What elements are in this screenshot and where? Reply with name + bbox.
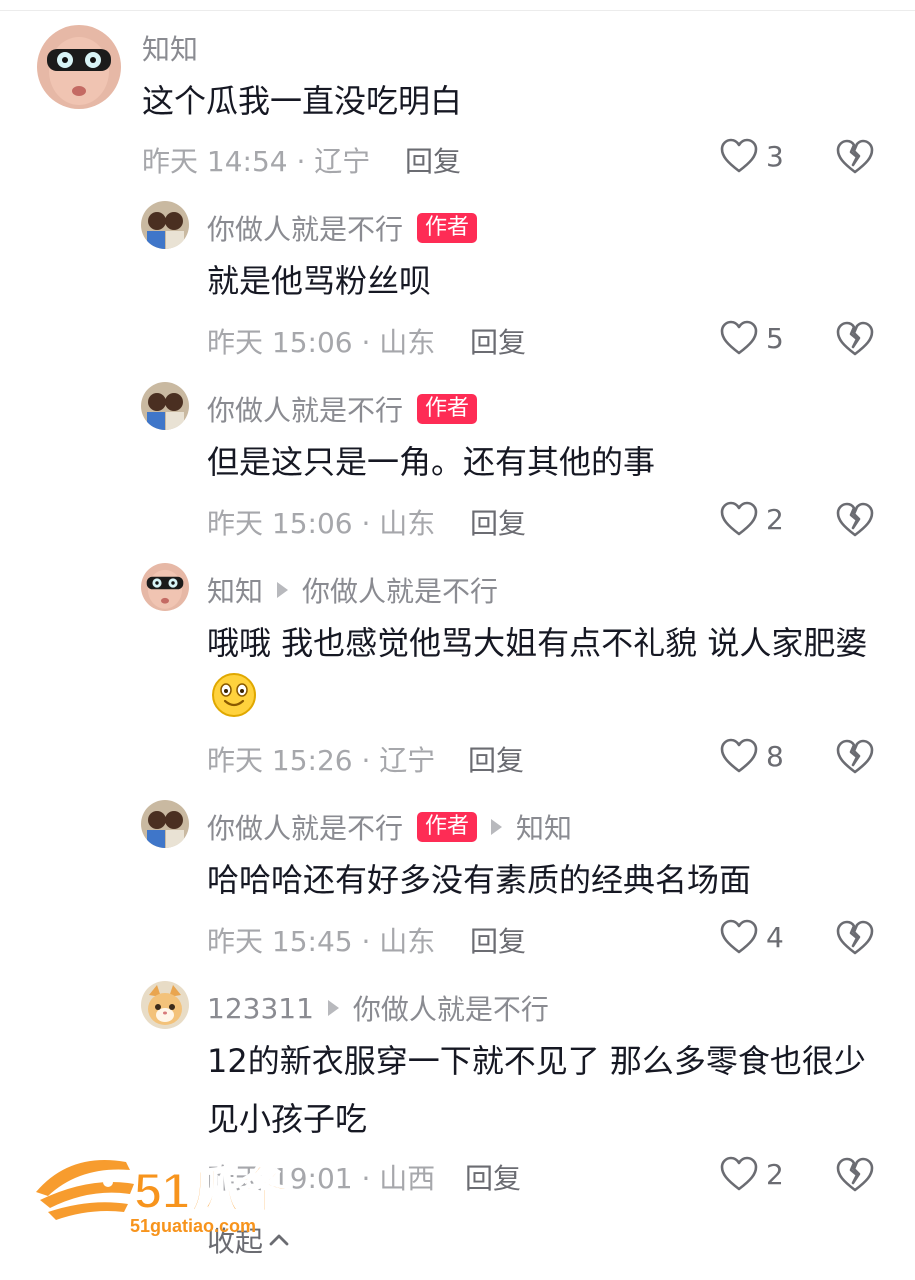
comment-text: 这个瓜我一直没吃明白 [142, 82, 463, 120]
comment-time-location: 昨天 15:06 · 山东 [207, 507, 436, 540]
like-count: 2 [766, 502, 784, 536]
avatar[interactable] [141, 382, 189, 430]
comment-text: 哦哦 我也感觉他骂大姐有点不礼貌 说人家肥婆 [207, 614, 875, 736]
dislike-icon[interactable] [836, 501, 874, 539]
reply-arrow-icon [491, 819, 503, 835]
like-count: 5 [766, 321, 784, 355]
heart-icon [720, 738, 758, 773]
reply-arrow-icon [327, 1000, 339, 1016]
like-count: 3 [766, 139, 784, 173]
heart-icon [720, 1156, 758, 1191]
watermark-url: 51guatiao.com [130, 1216, 256, 1236]
reply-to-user[interactable]: 你做人就是不行 [302, 570, 498, 610]
comment-text: 就是他骂粉丝呗 [207, 262, 432, 300]
comment-time-location: 昨天 15:45 · 山东 [207, 925, 436, 958]
comment-time-location: 昨天 14:54 · 辽宁 [142, 145, 371, 178]
reply-button[interactable]: 回复 [470, 321, 526, 361]
top-divider [0, 10, 915, 11]
comment-text: 12的新衣服穿一下就不见了 那么多零食也很少见小孩子吃 [207, 1042, 866, 1138]
username[interactable]: 123311 你做人就是不行 [207, 988, 549, 1028]
avatar[interactable] [141, 981, 189, 1029]
username[interactable]: 知知 [142, 28, 198, 68]
dislike-icon[interactable] [836, 738, 874, 776]
avatar[interactable] [141, 201, 189, 249]
like-button[interactable]: 8 [720, 738, 784, 774]
comment-text: 但是这只是一角。还有其他的事 [207, 443, 656, 481]
author-tag: 作者 [417, 812, 478, 842]
like-button[interactable]: 2 [720, 501, 784, 537]
like-count: 2 [766, 1157, 784, 1191]
comment-time-location: 昨天 15:26 · 辽宁 [207, 744, 436, 777]
like-button[interactable]: 2 [720, 1156, 784, 1192]
like-button[interactable]: 5 [720, 320, 784, 356]
reply-button[interactable]: 回复 [468, 739, 524, 779]
like-button[interactable]: 3 [720, 138, 784, 174]
heart-icon [720, 138, 758, 173]
avatar[interactable] [37, 25, 121, 109]
username[interactable]: 知知 你做人就是不行 [207, 570, 498, 610]
dislike-icon[interactable] [836, 919, 874, 957]
watermark-brand: 51瓜条 [134, 1163, 290, 1219]
reply-button[interactable]: 回复 [405, 140, 461, 180]
smile-emoji-icon [211, 672, 257, 736]
like-count: 4 [766, 920, 784, 954]
reply-to-user[interactable]: 知知 [516, 807, 572, 847]
reply-button[interactable]: 回复 [465, 1157, 521, 1197]
username[interactable]: 你做人就是不行 作者 [207, 208, 478, 248]
avatar[interactable] [141, 800, 189, 848]
watermark-logo: 51瓜条 51guatiao.com [30, 1148, 330, 1238]
author-tag: 作者 [417, 213, 478, 243]
username[interactable]: 你做人就是不行 作者 [207, 389, 478, 429]
dislike-icon[interactable] [836, 320, 874, 358]
reply-button[interactable]: 回复 [470, 920, 526, 960]
username[interactable]: 你做人就是不行 作者 知知 [207, 807, 572, 847]
avatar[interactable] [141, 563, 189, 611]
reply-to-user[interactable]: 你做人就是不行 [353, 988, 549, 1028]
heart-icon [720, 919, 758, 954]
like-button[interactable]: 4 [720, 919, 784, 955]
reply-arrow-icon [277, 582, 289, 598]
dislike-icon[interactable] [836, 138, 874, 176]
heart-icon [720, 320, 758, 355]
author-tag: 作者 [417, 394, 478, 424]
dislike-icon[interactable] [836, 1156, 874, 1194]
comment-text: 哈哈哈还有好多没有素质的经典名场面 [207, 861, 752, 899]
like-count: 8 [766, 739, 784, 773]
reply-button[interactable]: 回复 [470, 502, 526, 542]
heart-icon [720, 501, 758, 536]
comment-time-location: 昨天 15:06 · 山东 [207, 326, 436, 359]
